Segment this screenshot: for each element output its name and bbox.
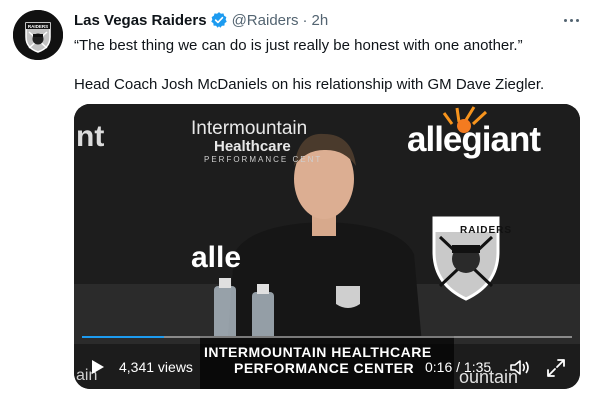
backdrop-shield-label: RAIDERS: [460, 225, 513, 236]
tweet-text-quote: “The best thing we can do is just really…: [74, 37, 523, 54]
volume-icon[interactable]: [509, 359, 531, 376]
video-timecode: 0:16 / 1:35: [425, 359, 492, 375]
backdrop-text-allegiant: allegiant: [407, 120, 541, 159]
play-icon[interactable]: [91, 359, 105, 375]
video-controls: 4,341 views 0:16 / 1:35: [74, 351, 580, 381]
backdrop-text-alle: alle: [191, 241, 242, 274]
tweet-header: Las Vegas Raiders @Raiders · 2h: [74, 9, 328, 31]
author-name[interactable]: Las Vegas Raiders: [74, 12, 207, 29]
author-handle[interactable]: @Raiders: [232, 12, 299, 29]
verified-badge-icon: [210, 11, 228, 29]
backdrop-text-intermountain: Intermountain: [191, 118, 308, 139]
avatar-logo-text: RAIDERS: [28, 24, 48, 29]
backdrop-text-performance: PERFORMANCE CENT: [204, 155, 323, 164]
avatar[interactable]: RAIDERS: [13, 10, 63, 60]
video-player[interactable]: nt Intermountain Healthcare PERFORMANCE …: [74, 104, 580, 389]
tweet-timestamp[interactable]: 2h: [312, 12, 329, 29]
video-progress-bar[interactable]: [82, 336, 572, 338]
raiders-logo-icon: RAIDERS: [13, 10, 63, 60]
fullscreen-icon[interactable]: [546, 358, 566, 378]
video-progress-fill: [82, 336, 165, 338]
tweet[interactable]: RAIDERS Las Vegas Raiders @Raiders · 2h …: [0, 0, 599, 400]
backdrop-text-left: nt: [76, 120, 105, 153]
view-count: 4,341 views: [119, 359, 193, 375]
header-separator: ·: [302, 11, 308, 29]
more-icon[interactable]: [560, 9, 582, 31]
backdrop-text-healthcare: Healthcare: [214, 138, 291, 155]
tweet-text-caption: Head Coach Josh McDaniels on his relatio…: [74, 76, 545, 93]
